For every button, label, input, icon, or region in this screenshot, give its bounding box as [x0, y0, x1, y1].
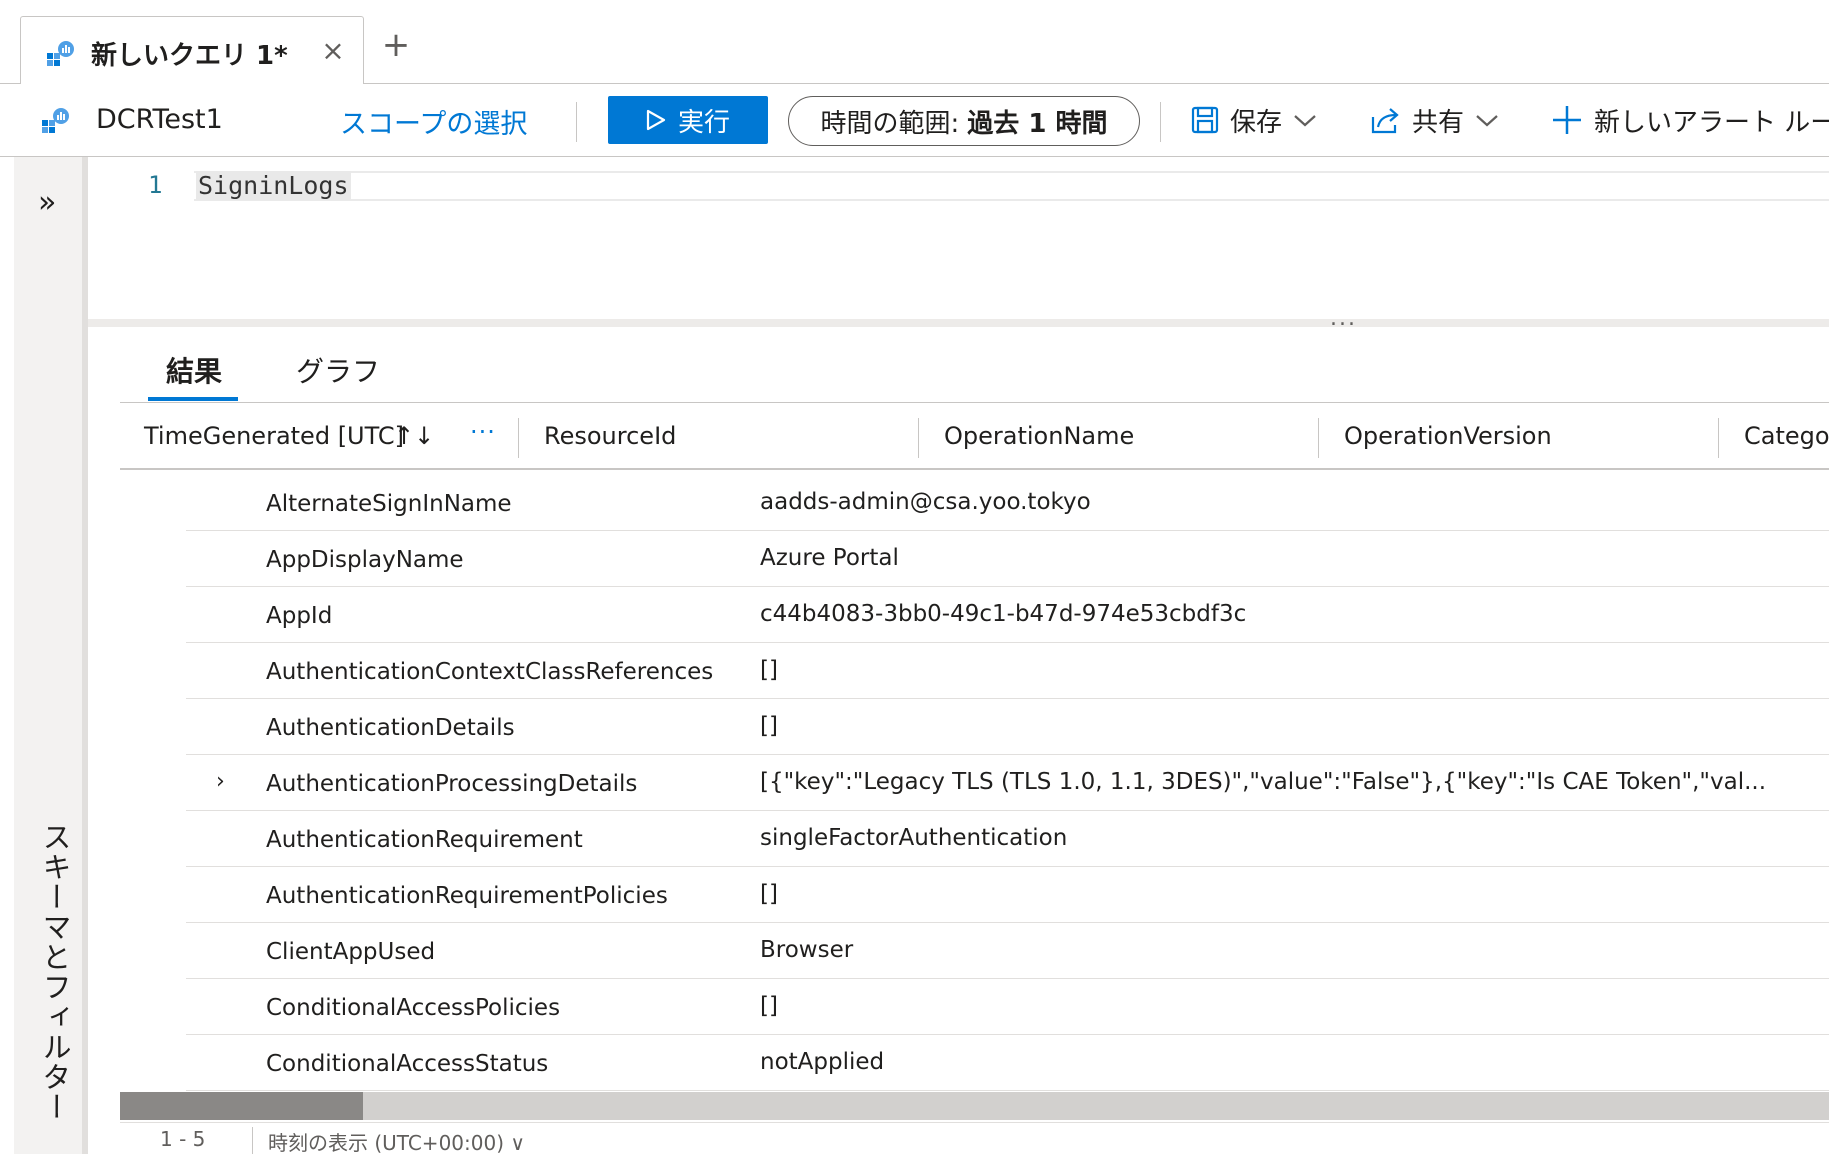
tab-title: 新しいクエリ 1*: [91, 41, 288, 71]
column-header-category[interactable]: Categor: [1744, 422, 1829, 450]
column-divider[interactable]: [1318, 418, 1319, 458]
save-icon: [1191, 106, 1219, 134]
active-tab-indicator: [148, 397, 238, 401]
table-row[interactable]: AuthenticationRequirementPolicies []: [186, 867, 1829, 923]
time-display-selector[interactable]: 時刻の表示 (UTC+00:00) ∨: [268, 1127, 525, 1154]
share-button[interactable]: 共有: [1370, 98, 1500, 142]
schema-filter-label[interactable]: スキーマとフィルター: [34, 822, 76, 1122]
field-name: AuthenticationProcessingDetails: [266, 771, 638, 797]
time-range-value: 過去 1 時間: [967, 108, 1108, 139]
field-name: AlternateSignInName: [266, 491, 512, 517]
save-button[interactable]: 保存: [1190, 98, 1318, 142]
column-divider[interactable]: [918, 418, 919, 458]
time-range-label: 時間の範囲:: [820, 108, 960, 139]
field-value: notApplied: [760, 1049, 885, 1075]
chevron-down-icon: [1476, 115, 1498, 127]
table-row[interactable]: AlternateSignInName aadds-admin@csa.yoo.t…: [186, 475, 1829, 531]
column-divider[interactable]: [1718, 418, 1719, 458]
field-value: [{"key":"Legacy TLS (TLS 1.0, 1.1, 3DES)…: [760, 769, 1767, 795]
table-row[interactable]: AuthenticationRequirement singleFactorAut…: [186, 811, 1829, 867]
plus-icon: [1553, 106, 1581, 134]
workspace-name: DCRTest1: [96, 104, 223, 135]
field-name: ConditionalAccessPolicies: [266, 995, 561, 1021]
new-alert-rule-button[interactable]: 新しいアラート ルール: [1550, 98, 1829, 142]
line-number: 1: [148, 171, 163, 199]
chevron-right-icon[interactable]: ›: [216, 769, 225, 794]
table-row[interactable]: AppDisplayName Azure Portal: [186, 531, 1829, 587]
share-icon: [1371, 108, 1399, 134]
field-value: []: [760, 881, 778, 907]
save-label: 保存: [1230, 107, 1283, 138]
time-range-picker[interactable]: 時間の範囲: 過去 1 時間: [788, 96, 1140, 146]
table-row[interactable]: AuthenticationContextClassReferences []: [186, 643, 1829, 699]
add-tab-icon[interactable]: +: [378, 28, 414, 62]
column-header-operationname[interactable]: OperationName: [944, 422, 1134, 450]
table-row[interactable]: › AuthenticationProcessingDetails [{"key":…: [186, 755, 1829, 811]
splitter-handle-icon[interactable]: ...: [1330, 306, 1357, 331]
field-name: ConditionalAccessStatus: [266, 1051, 549, 1077]
tab-strip: 新しいクエリ 1* × +: [0, 0, 1829, 85]
table-row[interactable]: AppId c44b4083-3bb0-49c1-b47d-974e53cbdf3…: [186, 587, 1829, 643]
query-editor[interactable]: 1 SigninLogs: [88, 157, 1829, 319]
scrollbar-thumb[interactable]: [120, 1092, 363, 1120]
column-divider[interactable]: [518, 418, 519, 458]
query-tab[interactable]: 新しいクエリ 1* ×: [20, 16, 364, 85]
field-name: AuthenticationRequirementPolicies: [266, 883, 668, 909]
new-alert-label: 新しいアラート ルール: [1594, 107, 1829, 138]
field-name: AuthenticationRequirement: [266, 827, 583, 853]
field-name: AppDisplayName: [266, 547, 464, 573]
column-header-operationversion[interactable]: OperationVersion: [1344, 422, 1552, 450]
editor-results-splitter[interactable]: [88, 319, 1829, 327]
workspace-icon: [42, 108, 69, 133]
toolbar-divider: [1160, 102, 1161, 142]
column-header-resourceid[interactable]: ResourceId: [544, 422, 676, 450]
log-analytics-icon: [47, 41, 74, 66]
share-label: 共有: [1412, 107, 1465, 138]
sort-icon[interactable]: ↑↓: [394, 422, 434, 450]
row-count: 1 - 5: [160, 1127, 206, 1151]
table-row[interactable]: ConditionalAccessStatus notApplied: [186, 1035, 1829, 1091]
current-line-highlight: [194, 171, 1829, 201]
field-value: c44b4083-3bb0-49c1-b47d-974e53cbdf3c: [760, 601, 1247, 627]
field-value: Browser: [760, 937, 854, 963]
schema-filter-pane: » スキーマとフィルター: [14, 157, 88, 1154]
chevron-down-icon: [1294, 115, 1316, 127]
column-header-timegenerated[interactable]: TimeGenerated [UTC]: [144, 422, 404, 450]
tabs-divider: [120, 402, 1829, 403]
query-toolbar: DCRTest1 スコープの選択 実行 時間の範囲: 過去 1 時間 保存 共有…: [0, 84, 1829, 157]
field-value: Azure Portal: [760, 545, 899, 571]
field-name: ClientAppUsed: [266, 939, 436, 965]
tab-chart[interactable]: グラフ: [296, 350, 380, 390]
select-scope-link[interactable]: スコープの選択: [340, 102, 527, 141]
field-name: AuthenticationContextClassReferences: [266, 659, 714, 685]
footer-divider: [252, 1127, 253, 1154]
field-value: singleFactorAuthentication: [760, 825, 1068, 851]
field-value: []: [760, 713, 778, 739]
field-name: AppId: [266, 603, 333, 629]
field-name: AuthenticationDetails: [266, 715, 515, 741]
horizontal-scrollbar[interactable]: [120, 1092, 1829, 1120]
table-row[interactable]: ClientAppUsed Browser: [186, 923, 1829, 979]
results-grid-header: TimeGenerated [UTC] ↑↓ ··· ResourceId Op…: [120, 410, 1829, 470]
tab-results[interactable]: 結果: [166, 350, 222, 390]
toolbar-divider: [576, 102, 577, 142]
play-icon: [646, 109, 666, 131]
field-value: []: [760, 657, 778, 683]
results-footer: 1 - 5 時刻の表示 (UTC+00:00) ∨: [120, 1122, 1829, 1154]
close-icon[interactable]: ×: [317, 35, 349, 67]
expand-pane-icon[interactable]: »: [38, 185, 56, 220]
field-value: aadds-admin@csa.yoo.tokyo: [760, 489, 1091, 515]
field-value: []: [760, 993, 778, 1019]
table-row[interactable]: AuthenticationDetails []: [186, 699, 1829, 755]
table-row[interactable]: ConditionalAccessPolicies []: [186, 979, 1829, 1035]
run-label: 実行: [677, 107, 730, 138]
query-text[interactable]: SigninLogs: [196, 171, 351, 200]
column-menu-icon[interactable]: ···: [470, 418, 496, 446]
record-detail-list: AlternateSignInName aadds-admin@csa.yoo.t…: [186, 475, 1829, 1091]
run-button[interactable]: 実行: [608, 96, 768, 144]
